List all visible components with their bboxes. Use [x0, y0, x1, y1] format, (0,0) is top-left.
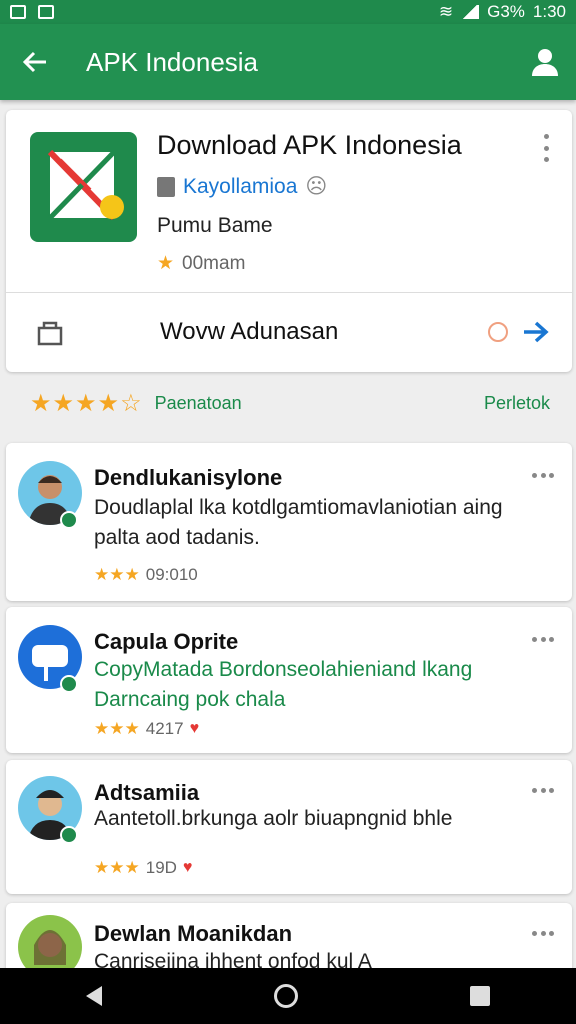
more-options-icon[interactable] [532, 788, 554, 794]
battery-percent: G3% [487, 2, 525, 21]
store-row[interactable]: Wovw Adunasan [6, 293, 572, 371]
nav-back-icon[interactable] [86, 986, 102, 1006]
verified-icon [60, 675, 78, 693]
reviewer-name: Dendlukanisylone [94, 465, 283, 490]
review-meta: ★★★ 09:010 [94, 565, 198, 585]
heart-icon: ♥ [189, 720, 200, 737]
review-meta: ★★★ 19D ♥ [94, 858, 192, 878]
system-nav-bar [0, 968, 576, 1024]
review-count: 19D [145, 858, 177, 877]
developer-name: Kayollamioa [183, 174, 298, 198]
app-card: Download APK Indonesia Kayollamioa ☹ Pum… [6, 110, 572, 372]
notification-icon [10, 5, 26, 19]
forward-arrow-icon [524, 321, 549, 343]
star-icon: ★★★ [94, 565, 140, 584]
notification-icons [10, 5, 54, 19]
rating-text: 00mam [182, 252, 246, 274]
review-card: Adtsamiia Aantetoll.brkunga aolr biuapng… [6, 760, 572, 894]
star-icon: ★ [157, 253, 175, 274]
review-text: Doudlaplal lka kotdlgamtiomavlaniotian a… [94, 496, 503, 549]
reviewer-name: Adtsamiia [94, 780, 200, 805]
emoji-icon: ☹ [305, 175, 328, 198]
info-icon [488, 322, 508, 342]
back-arrow-icon [22, 51, 46, 73]
notification-icon [38, 5, 54, 19]
star-icon: ★★★ [94, 719, 140, 738]
wifi-icon: ≋ [438, 2, 454, 21]
app-bar: APK Indonesia [0, 24, 576, 100]
developer-row[interactable]: Kayollamioa ☹ [157, 174, 327, 199]
app-name: Download APK Indonesia [157, 130, 462, 160]
signal-icon [461, 5, 480, 19]
review-text: CopyMatada Bordonseolahieniand lkang Dar… [94, 658, 473, 711]
page-title: APK Indonesia [86, 46, 259, 77]
more-options-icon[interactable] [536, 134, 556, 162]
summary-link[interactable]: Perletok [484, 393, 550, 414]
nav-home-icon[interactable] [274, 984, 298, 1008]
rating-summary: ★★★★☆ Paenatoan Perletok [30, 388, 550, 418]
verified-icon [60, 511, 78, 529]
verified-icon [60, 826, 78, 844]
heart-icon: ♥ [182, 859, 193, 876]
review-time: 09:010 [145, 565, 198, 584]
review-count: 4217 [145, 719, 184, 738]
nav-recents-icon[interactable] [470, 986, 490, 1006]
status-right: ≋ G3% 1:30 [439, 2, 566, 22]
status-bar: ≋ G3% 1:30 [0, 0, 576, 24]
star-icon: ★★★ [94, 858, 140, 877]
clock: 1:30 [532, 2, 566, 21]
reviewer-name: Capula Oprite [94, 629, 239, 654]
profile-icon [532, 49, 558, 76]
app-category: Pumu Bame [157, 214, 273, 237]
app-logo [30, 132, 137, 242]
developer-icon [157, 176, 175, 197]
more-options-icon[interactable] [532, 637, 554, 643]
back-button[interactable] [0, 24, 70, 100]
more-options-icon[interactable] [532, 931, 554, 937]
app-rating: ★ 00mam [157, 252, 245, 275]
review-meta: ★★★ 4217 ♥ [94, 719, 199, 739]
more-options-icon[interactable] [532, 473, 554, 479]
star-rating-icon: ★★★★☆ [30, 389, 143, 417]
review-card: Capula Oprite CopyMatada Bordonseolahien… [6, 607, 572, 753]
reviewer-name: Dewlan Moanikdan [94, 921, 293, 946]
summary-label[interactable]: Paenatoan [155, 393, 242, 414]
profile-button[interactable] [514, 24, 576, 100]
review-card: Dendlukanisylone Doudlaplal lka kotdlgam… [6, 443, 572, 601]
store-icon [37, 321, 63, 346]
review-text: Aantetoll.brkunga aolr biuapngnid bhle [94, 807, 453, 830]
store-label: Wovw Adunasan [160, 318, 339, 345]
